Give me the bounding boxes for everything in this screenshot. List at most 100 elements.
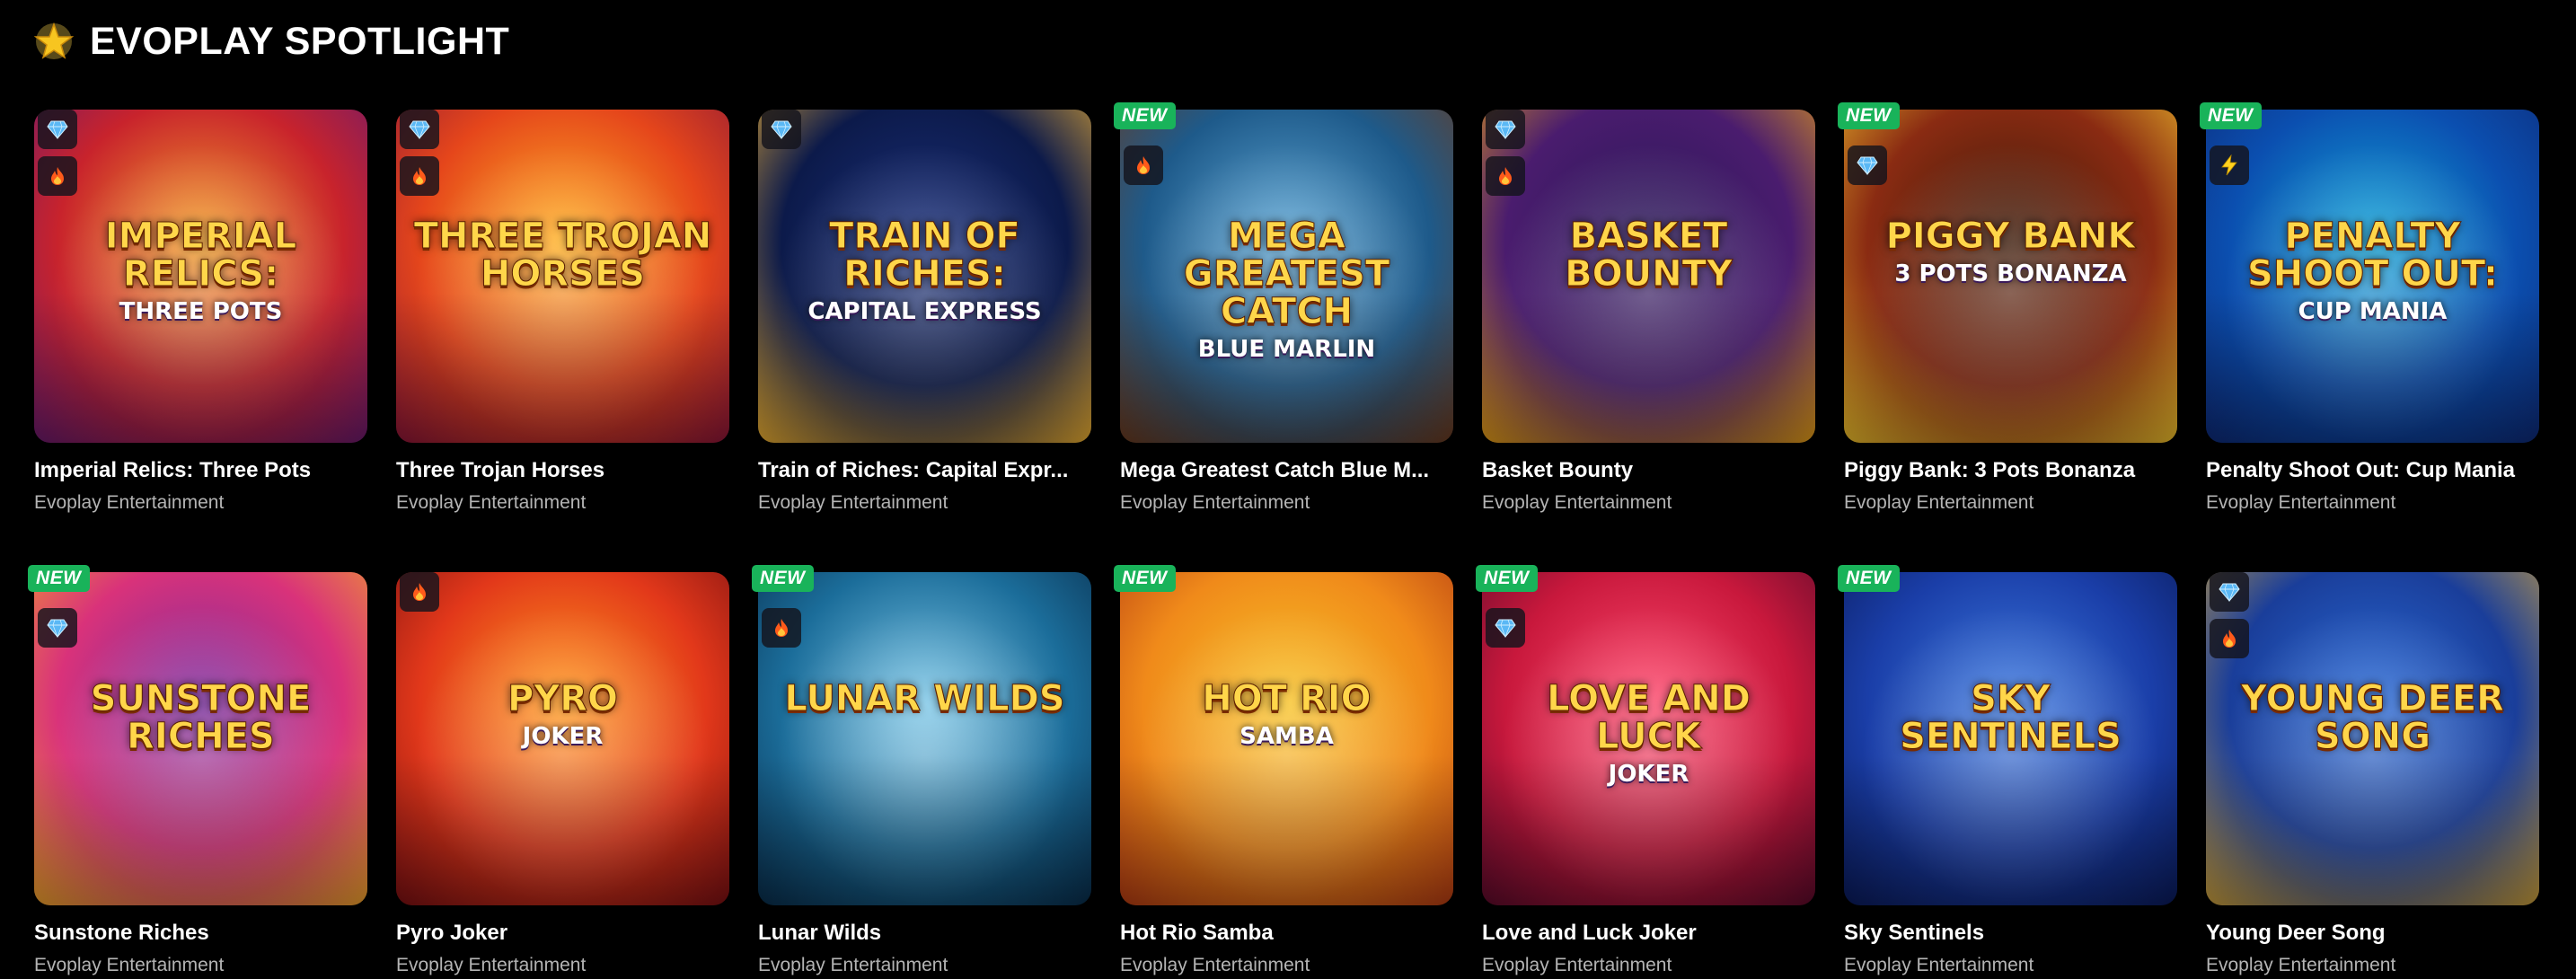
- diamond-icon: [1486, 110, 1525, 149]
- thumbnail-art-title: Train of Riches: Capital Express: [771, 217, 1079, 324]
- art-main-text: Train of Riches:: [829, 216, 1021, 295]
- fire-icon: [400, 156, 439, 196]
- game-thumbnail[interactable]: Pyro Joker: [396, 572, 729, 905]
- diamond-icon: [38, 110, 77, 149]
- feature-icons: [38, 608, 77, 648]
- game-card[interactable]: NEW Sunstone Riches Sunstone Riches Evop…: [28, 565, 367, 979]
- game-card[interactable]: NEW Piggy Bank 3 Pots Bonanza Piggy Bank:…: [1838, 102, 2177, 516]
- thumbnail-art-title: Three Trojan Horses: [409, 216, 717, 295]
- art-main-text: Imperial Relics:: [104, 216, 297, 295]
- game-provider[interactable]: Evoplay Entertainment: [1482, 952, 1815, 979]
- thumbnail-shade: [396, 755, 729, 905]
- game-thumbnail[interactable]: Three Trojan Horses: [396, 110, 729, 443]
- thumbnail-art-title: Penalty Shoot Out: Cup Mania: [2219, 217, 2527, 324]
- game-grid: Imperial Relics: Three Pots Imperial Reli…: [28, 102, 2540, 979]
- game-provider[interactable]: Evoplay Entertainment: [34, 490, 367, 516]
- thumbnail-art-title: Sky Sentinels: [1857, 678, 2165, 757]
- game-card[interactable]: NEW Sky Sentinels Sky Sentinels Evoplay …: [1838, 565, 2177, 979]
- game-provider[interactable]: Evoplay Entertainment: [396, 952, 729, 979]
- thumbnail-art-title: Mega Greatest Catch Blue Marlin: [1133, 217, 1441, 362]
- diamond-icon: [762, 110, 801, 149]
- art-sub-text: Samba: [1239, 723, 1334, 750]
- game-title[interactable]: Mega Greatest Catch Blue M...: [1120, 455, 1453, 486]
- game-provider[interactable]: Evoplay Entertainment: [1120, 490, 1453, 516]
- game-title[interactable]: Young Deer Song: [2206, 918, 2539, 948]
- feature-icons: [762, 110, 801, 149]
- thumbnail-shade: [758, 755, 1091, 905]
- game-title[interactable]: Lunar Wilds: [758, 918, 1091, 948]
- game-title[interactable]: Train of Riches: Capital Expr...: [758, 455, 1091, 486]
- game-thumbnail[interactable]: Piggy Bank 3 Pots Bonanza: [1844, 110, 2177, 443]
- game-title[interactable]: Sunstone Riches: [34, 918, 367, 948]
- game-provider[interactable]: Evoplay Entertainment: [2206, 952, 2539, 979]
- game-title[interactable]: Basket Bounty: [1482, 455, 1815, 486]
- game-thumbnail[interactable]: Train of Riches: Capital Express: [758, 110, 1091, 443]
- game-thumbnail[interactable]: Mega Greatest Catch Blue Marlin: [1120, 110, 1453, 443]
- game-title[interactable]: Imperial Relics: Three Pots: [34, 455, 367, 486]
- game-title[interactable]: Sky Sentinels: [1844, 918, 2177, 948]
- fire-icon: [762, 608, 801, 648]
- feature-icons: [1486, 110, 1525, 196]
- feature-icons: [1848, 146, 1887, 185]
- game-provider[interactable]: Evoplay Entertainment: [1120, 952, 1453, 979]
- art-sub-text: Cup Mania: [2298, 298, 2448, 325]
- star-icon: [34, 22, 74, 59]
- game-card[interactable]: NEW Love and Luck Joker Love and Luck Jok…: [1476, 565, 1815, 979]
- game-thumbnail[interactable]: Penalty Shoot Out: Cup Mania: [2206, 110, 2539, 443]
- game-provider[interactable]: Evoplay Entertainment: [1482, 490, 1815, 516]
- game-card[interactable]: Train of Riches: Capital Express Train of…: [758, 110, 1091, 516]
- feature-icons: [400, 110, 439, 196]
- thumbnail-shade: [1844, 293, 2177, 443]
- diamond-icon: [38, 608, 77, 648]
- game-thumbnail[interactable]: Imperial Relics: Three Pots: [34, 110, 367, 443]
- game-provider[interactable]: Evoplay Entertainment: [758, 490, 1091, 516]
- game-thumbnail[interactable]: Love and Luck Joker: [1482, 572, 1815, 905]
- fire-icon: [2210, 619, 2249, 658]
- thumbnail-art-title: Imperial Relics: Three Pots: [47, 217, 355, 324]
- game-card[interactable]: Basket Bounty Basket Bounty Evoplay Ente…: [1482, 110, 1815, 516]
- game-card[interactable]: Young Deer Song Young Deer Song Evoplay …: [2206, 572, 2539, 979]
- game-title[interactable]: Three Trojan Horses: [396, 455, 729, 486]
- game-card[interactable]: NEW Hot Rio Samba Hot Rio Samba Evoplay E…: [1114, 565, 1453, 979]
- game-title[interactable]: Piggy Bank: 3 Pots Bonanza: [1844, 455, 2177, 486]
- game-provider[interactable]: Evoplay Entertainment: [396, 490, 729, 516]
- art-main-text: Basket Bounty: [1565, 216, 1734, 295]
- game-thumbnail[interactable]: Sky Sentinels: [1844, 572, 2177, 905]
- game-thumbnail[interactable]: Lunar Wilds: [758, 572, 1091, 905]
- game-thumbnail[interactable]: Basket Bounty: [1482, 110, 1815, 443]
- game-provider[interactable]: Evoplay Entertainment: [1844, 490, 2177, 516]
- feature-icons: [1124, 146, 1163, 185]
- game-provider[interactable]: Evoplay Entertainment: [1844, 952, 2177, 979]
- game-card[interactable]: NEW Lunar Wilds Lunar Wilds Evoplay Ente…: [752, 565, 1091, 979]
- game-provider[interactable]: Evoplay Entertainment: [34, 952, 367, 979]
- art-sub-text: Joker: [522, 723, 604, 750]
- game-title[interactable]: Hot Rio Samba: [1120, 918, 1453, 948]
- art-main-text: Pyro: [507, 678, 619, 719]
- game-thumbnail[interactable]: Young Deer Song: [2206, 572, 2539, 905]
- new-badge: NEW: [1838, 102, 1900, 129]
- thumbnail-art-title: Basket Bounty: [1495, 216, 1803, 295]
- art-main-text: Three Trojan Horses: [413, 216, 712, 295]
- game-provider[interactable]: Evoplay Entertainment: [758, 952, 1091, 979]
- game-title[interactable]: Love and Luck Joker: [1482, 918, 1815, 948]
- game-provider[interactable]: Evoplay Entertainment: [2206, 490, 2539, 516]
- game-card[interactable]: Imperial Relics: Three Pots Imperial Reli…: [34, 110, 367, 516]
- feature-icons: [2210, 146, 2249, 185]
- feature-icons: [400, 572, 439, 612]
- art-main-text: Lunar Wilds: [784, 678, 1065, 719]
- game-thumbnail[interactable]: Hot Rio Samba: [1120, 572, 1453, 905]
- game-title[interactable]: Pyro Joker: [396, 918, 729, 948]
- game-title[interactable]: Penalty Shoot Out: Cup Mania: [2206, 455, 2539, 486]
- art-sub-text: 3 Pots Bonanza: [1894, 260, 2127, 287]
- art-main-text: Sky Sentinels: [1900, 678, 2122, 757]
- diamond-icon: [2210, 572, 2249, 612]
- game-card[interactable]: NEW Mega Greatest Catch Blue Marlin Mega …: [1114, 102, 1453, 516]
- art-sub-text: Three Pots: [119, 298, 283, 325]
- game-card[interactable]: Pyro Joker Pyro Joker Evoplay Entertainme…: [396, 572, 729, 979]
- game-card[interactable]: Three Trojan Horses Three Trojan Horses …: [396, 110, 729, 516]
- game-thumbnail[interactable]: Sunstone Riches: [34, 572, 367, 905]
- new-badge: NEW: [28, 565, 90, 592]
- game-card[interactable]: NEW Penalty Shoot Out: Cup Mania Penalty …: [2200, 102, 2539, 516]
- thumbnail-art-title: Lunar Wilds: [771, 678, 1079, 719]
- thumbnail-shade: [1482, 293, 1815, 443]
